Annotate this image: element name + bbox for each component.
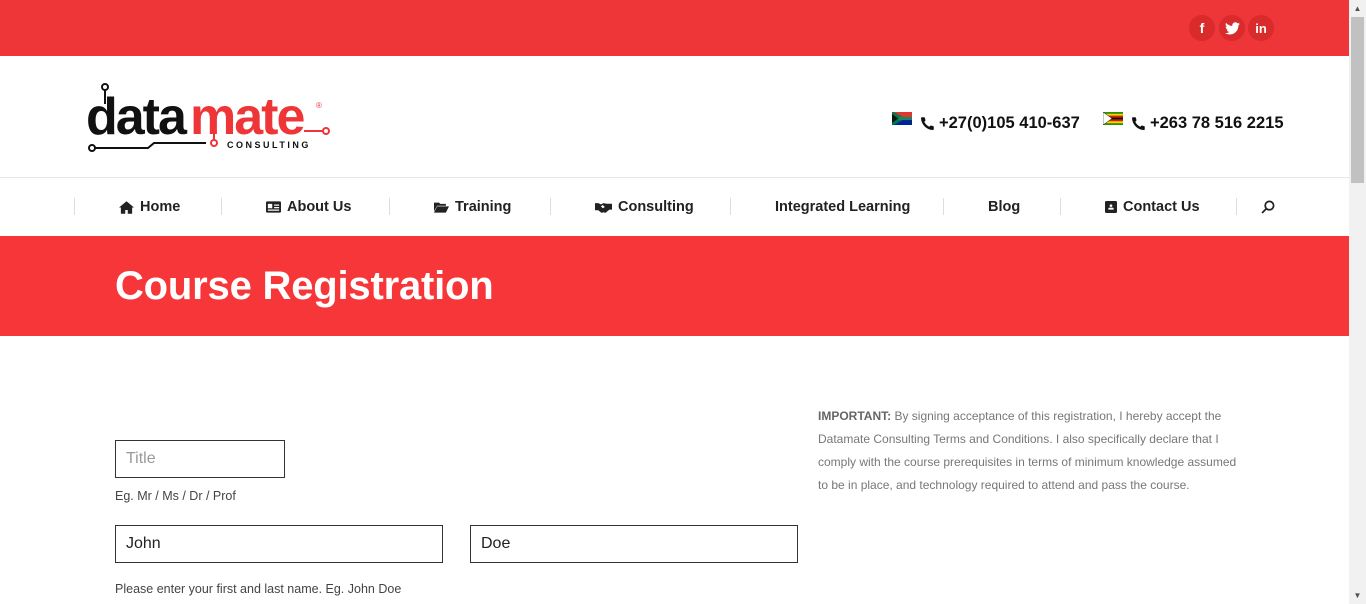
nav-label: Training bbox=[455, 199, 512, 215]
title-input[interactable] bbox=[115, 440, 285, 478]
nav-label: Home bbox=[140, 199, 181, 215]
phone-south-africa[interactable]: +27(0)105 410-637 bbox=[892, 112, 1080, 133]
phone-zimbabwe[interactable]: +263 78 516 2215 bbox=[1103, 112, 1284, 133]
nav-item-blog[interactable]: Blog bbox=[988, 178, 1020, 236]
nav-label: Consulting bbox=[618, 199, 694, 215]
phone-icon bbox=[920, 117, 934, 131]
nav-item-consulting[interactable]: Consulting bbox=[595, 178, 694, 236]
contact-icon bbox=[1105, 201, 1117, 213]
last-name-input[interactable] bbox=[470, 525, 798, 563]
nav-label: About Us bbox=[287, 199, 352, 215]
nav-item-training[interactable]: Training bbox=[434, 178, 511, 236]
nav-item-integrated-learning[interactable]: Integrated Learning bbox=[775, 178, 910, 236]
phone-number: +27(0)105 410-637 bbox=[939, 114, 1080, 132]
nav-divider bbox=[74, 198, 75, 215]
scrollbar-thumb[interactable] bbox=[1351, 17, 1364, 183]
terms-notice: IMPORTANT: By signing acceptance of this… bbox=[818, 405, 1238, 497]
folder-open-icon bbox=[434, 202, 449, 213]
nav-item-home[interactable]: Home bbox=[119, 178, 180, 236]
nav-divider bbox=[730, 198, 731, 215]
linkedin-icon[interactable]: in bbox=[1248, 15, 1274, 41]
nav-divider bbox=[389, 198, 390, 215]
first-name-input[interactable] bbox=[115, 525, 443, 563]
nav-label: Blog bbox=[988, 199, 1021, 215]
south-africa-flag bbox=[892, 112, 912, 125]
main-nav: Home About Us Training Consulting Integr… bbox=[0, 178, 1349, 236]
nav-divider bbox=[1060, 198, 1061, 215]
id-card-icon bbox=[266, 201, 281, 213]
logo-registered: ® bbox=[316, 101, 322, 110]
name-hint: Please enter your first and last name. E… bbox=[115, 582, 402, 596]
facebook-icon[interactable]: f bbox=[1189, 15, 1215, 41]
search-button[interactable] bbox=[1261, 178, 1275, 236]
logo-text-data: data bbox=[86, 88, 188, 146]
top-bar: f in bbox=[0, 0, 1349, 56]
phone-number: +263 78 516 2215 bbox=[1150, 114, 1284, 132]
search-icon bbox=[1261, 200, 1275, 214]
scroll-down-arrow[interactable]: ▼ bbox=[1349, 587, 1366, 604]
notice-label: IMPORTANT: bbox=[818, 409, 892, 423]
home-icon bbox=[119, 200, 134, 214]
twitter-icon[interactable] bbox=[1219, 15, 1245, 41]
page-title-banner: Course Registration bbox=[0, 236, 1349, 336]
nav-divider bbox=[943, 198, 944, 215]
nav-divider bbox=[221, 198, 222, 215]
datamate-logo[interactable]: data mate ® CONSULTING bbox=[86, 82, 332, 154]
nav-item-contact-us[interactable]: Contact Us bbox=[1105, 178, 1200, 236]
nav-divider bbox=[550, 198, 551, 215]
nav-item-about-us[interactable]: About Us bbox=[266, 178, 351, 236]
logo-subtitle: CONSULTING bbox=[227, 140, 311, 150]
nav-label: Integrated Learning bbox=[775, 199, 911, 215]
site-header: data mate ® CONSULTING +27(0)105 410-637… bbox=[0, 56, 1349, 178]
scroll-up-arrow[interactable]: ▲ bbox=[1349, 0, 1366, 17]
page-title: Course Registration bbox=[115, 264, 494, 308]
logo-text-mate: mate bbox=[190, 88, 304, 146]
handshake-icon bbox=[595, 203, 612, 213]
phone-icon bbox=[1131, 117, 1145, 131]
nav-label: Contact Us bbox=[1123, 199, 1200, 215]
title-hint: Eg. Mr / Ms / Dr / Prof bbox=[115, 489, 236, 503]
nav-divider bbox=[1236, 198, 1237, 215]
zimbabwe-flag bbox=[1103, 112, 1123, 125]
